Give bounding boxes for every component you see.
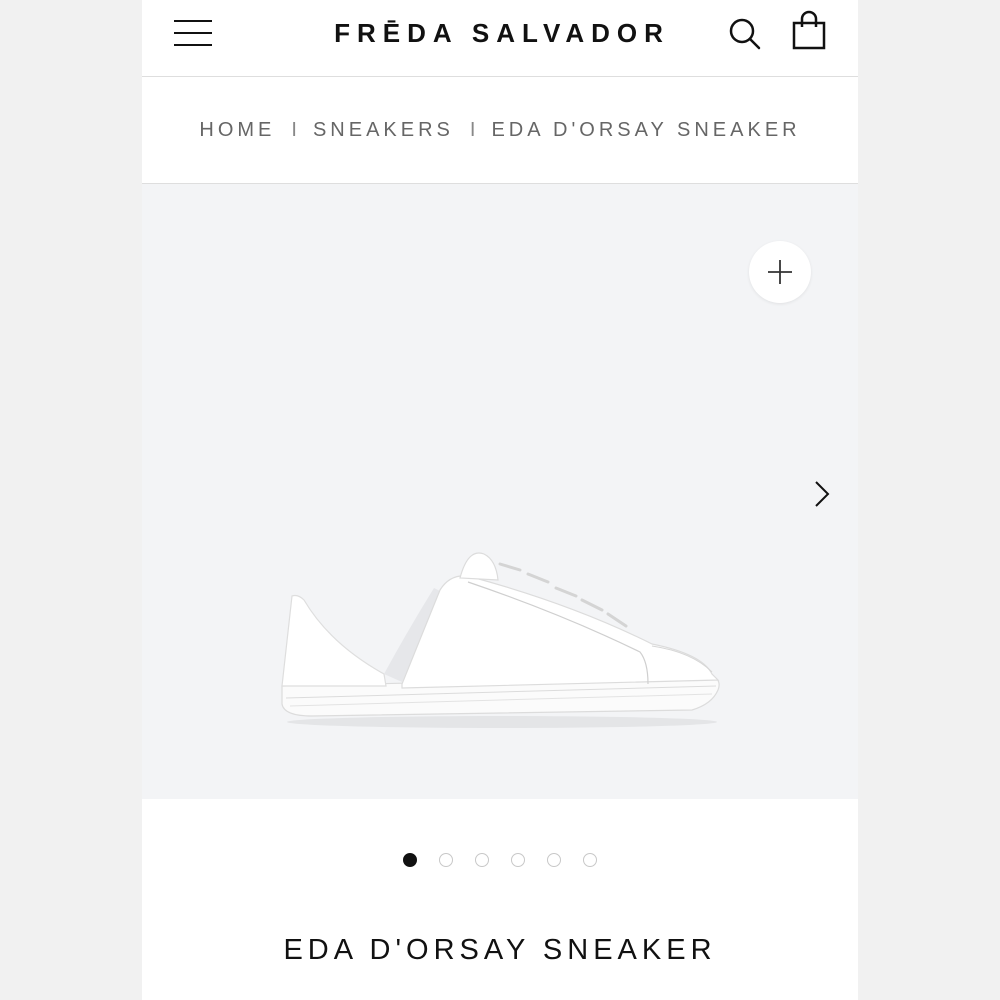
- menu-button[interactable]: [174, 18, 212, 48]
- menu-bar-top: [174, 20, 212, 22]
- product-page: FRĒDA SALVADOR HOME I SNEAKERS I EDA D'O…: [142, 0, 858, 1000]
- gallery-dot-4[interactable]: [511, 853, 525, 867]
- breadcrumb-separator: I: [469, 118, 476, 141]
- site-header: FRĒDA SALVADOR: [142, 0, 858, 77]
- next-image-button[interactable]: [806, 474, 836, 514]
- gallery-pagination: [142, 848, 858, 872]
- plus-icon: [768, 260, 792, 284]
- gallery-dot-2[interactable]: [439, 853, 453, 867]
- search-button[interactable]: [726, 14, 766, 54]
- breadcrumb-current-product: EDA D'ORSAY SNEAKER: [491, 118, 801, 141]
- gallery-dot-3[interactable]: [475, 853, 489, 867]
- gallery-dot-6[interactable]: [583, 853, 597, 867]
- brand-logo[interactable]: FRĒDA SALVADOR: [302, 16, 702, 50]
- zoom-button[interactable]: [749, 241, 811, 303]
- breadcrumb-home[interactable]: HOME: [199, 119, 275, 142]
- menu-bar-bottom: [174, 44, 212, 46]
- breadcrumb: HOME I SNEAKERS I EDA D'ORSAY SNEAKER: [142, 77, 858, 184]
- gallery-dot-5[interactable]: [547, 853, 561, 867]
- search-icon: [729, 18, 761, 50]
- product-image-gallery[interactable]: [142, 184, 858, 799]
- shopping-bag-button[interactable]: [790, 10, 830, 52]
- shopping-bag-icon: [792, 10, 826, 50]
- breadcrumb-sneakers[interactable]: SNEAKERS: [313, 119, 454, 142]
- product-image-sneaker: [281, 552, 720, 728]
- gallery-dot-1[interactable]: [403, 853, 417, 867]
- chevron-right-icon: [815, 481, 830, 507]
- product-title: EDA D'ORSAY SNEAKER: [283, 934, 717, 966]
- menu-bar-middle: [174, 32, 212, 34]
- breadcrumb-separator: I: [291, 118, 297, 141]
